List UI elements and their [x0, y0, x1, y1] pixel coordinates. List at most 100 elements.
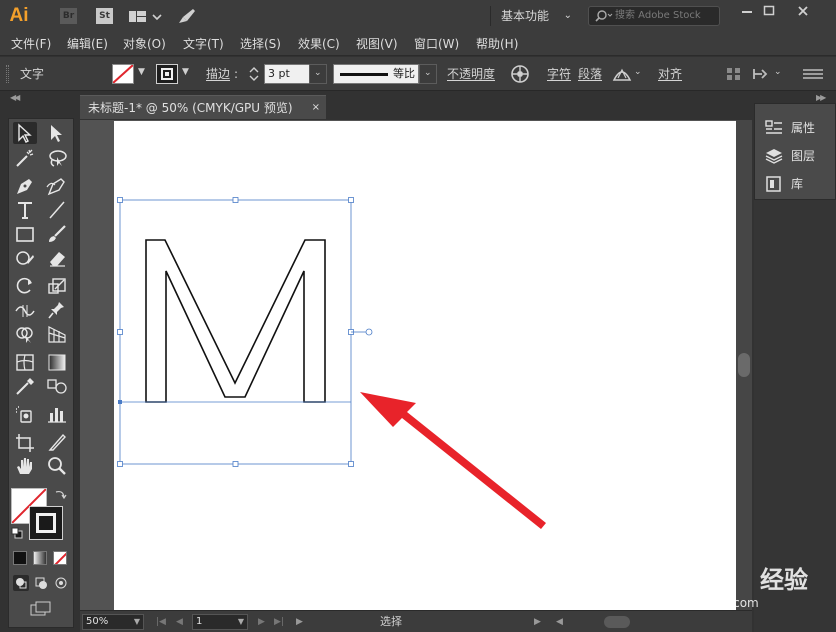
puppet-warp-icon[interactable]: [612, 66, 632, 82]
isolate-dropdown-chevron[interactable]: ⌄: [774, 67, 782, 77]
stock-search-input[interactable]: 搜索 Adobe Stock: [588, 6, 720, 26]
panel-expand-icon[interactable]: ▶▶: [816, 93, 826, 103]
outlined-letter-m[interactable]: [145, 239, 326, 403]
fill-swatch[interactable]: [112, 64, 134, 84]
stroke-swatch[interactable]: [156, 64, 178, 84]
slice-tool[interactable]: [45, 431, 69, 453]
handle-bottom-left[interactable]: [117, 461, 123, 467]
magic-wand-tool[interactable]: [13, 147, 37, 169]
arrange-documents-icon[interactable]: [128, 9, 164, 24]
warp-dropdown-chevron[interactable]: ⌄: [634, 67, 642, 77]
curvature-tool[interactable]: [45, 175, 69, 197]
symbol-sprayer-tool[interactable]: [13, 403, 37, 425]
libraries-panel-button[interactable]: 库: [755, 170, 835, 198]
stroke-weight-dropdown[interactable]: ⌄: [309, 64, 327, 84]
handle-middle-left[interactable]: [117, 329, 123, 335]
horizontal-scroll-thumb[interactable]: [604, 616, 630, 628]
stroke-color-box[interactable]: [29, 506, 63, 540]
transform-grid-icon[interactable]: [726, 67, 742, 81]
menu-select[interactable]: 选择(S): [240, 32, 281, 56]
perspective-grid-tool[interactable]: [45, 323, 69, 345]
toolbox-collapse-icon[interactable]: ◀◀: [10, 93, 20, 103]
stroke-weight-input[interactable]: 3 pt: [264, 64, 310, 84]
menu-effect[interactable]: 效果(C): [298, 32, 340, 56]
character-panel-link[interactable]: 字符: [547, 57, 571, 91]
line-segment-tool[interactable]: [45, 199, 69, 221]
draw-inside-icon[interactable]: [53, 575, 69, 591]
handle-top-left[interactable]: [117, 197, 123, 203]
mesh-tool[interactable]: [13, 351, 37, 373]
draw-normal-button[interactable]: [13, 575, 29, 591]
isolate-object-icon[interactable]: [752, 67, 770, 81]
eraser-tool[interactable]: [45, 247, 69, 269]
none-mode-button[interactable]: [53, 551, 67, 565]
eyedropper-tool[interactable]: [13, 375, 37, 397]
selection-handles[interactable]: [117, 197, 354, 467]
first-artboard-icon[interactable]: |◀: [156, 614, 166, 630]
status-menu-icon[interactable]: ▶: [534, 614, 541, 630]
maximize-button[interactable]: [752, 0, 786, 24]
zoom-tool[interactable]: [45, 455, 69, 477]
paragraph-panel-link[interactable]: 段落: [578, 57, 602, 91]
selection-tool[interactable]: [13, 122, 37, 144]
opacity-label[interactable]: 不透明度: [447, 57, 495, 91]
panel-menu-icon[interactable]: [802, 67, 824, 81]
gpu-performance-rocket-icon[interactable]: [177, 7, 197, 25]
puppet-warp-tool[interactable]: [45, 299, 69, 321]
artboard-tool[interactable]: [13, 431, 37, 453]
align-panel-link[interactable]: 对齐: [658, 57, 682, 91]
width-tool[interactable]: [13, 299, 37, 321]
menu-file[interactable]: 文件(F): [11, 32, 51, 56]
stroke-dropdown-chevron[interactable]: ▼: [182, 67, 189, 77]
draw-behind-icon[interactable]: [33, 575, 49, 591]
artboard-number-input[interactable]: 1 ▼: [192, 614, 248, 630]
default-fill-stroke-icon[interactable]: [11, 527, 23, 539]
color-mode-button[interactable]: [13, 551, 27, 565]
properties-panel-button[interactable]: 属性: [755, 114, 835, 142]
vertical-scrollbar[interactable]: [736, 120, 752, 610]
close-document-icon[interactable]: ×: [312, 96, 320, 120]
recolor-artwork-icon[interactable]: [510, 65, 530, 83]
menu-type[interactable]: 文字(T): [183, 32, 224, 56]
zoom-level-input[interactable]: 50% ▼: [82, 614, 144, 630]
bridge-button[interactable]: Br: [60, 8, 77, 24]
hand-tool[interactable]: [13, 455, 37, 477]
profile-dropdown[interactable]: ⌄: [419, 64, 437, 84]
next-artboard-icon[interactable]: ▶: [258, 614, 265, 630]
previous-artboard-icon[interactable]: ◀: [176, 614, 183, 630]
menu-help[interactable]: 帮助(H): [476, 32, 518, 56]
stock-button[interactable]: St: [96, 8, 113, 24]
control-bar-grip[interactable]: [6, 65, 9, 83]
close-window-button[interactable]: [786, 0, 820, 24]
menu-view[interactable]: 视图(V): [356, 32, 398, 56]
menu-edit[interactable]: 编辑(E): [67, 32, 108, 56]
shaper-tool[interactable]: [13, 247, 37, 269]
handle-bottom-right[interactable]: [348, 461, 354, 467]
workspace-switcher[interactable]: 基本功能 ⌄: [490, 6, 576, 26]
change-screen-mode-icon[interactable]: [29, 601, 53, 617]
handle-bottom-center[interactable]: [232, 461, 239, 467]
paintbrush-tool[interactable]: [45, 223, 69, 245]
stroke-label[interactable]: 描边: [206, 57, 230, 91]
text-out-port[interactable]: [365, 328, 373, 336]
swap-fill-stroke-icon[interactable]: [53, 488, 67, 502]
direct-selection-tool[interactable]: [45, 122, 69, 144]
blend-tool[interactable]: [45, 375, 69, 397]
gradient-mode-button[interactable]: [33, 551, 47, 565]
variable-width-profile[interactable]: 等比: [333, 64, 419, 84]
scale-tool[interactable]: [45, 275, 69, 297]
last-artboard-icon[interactable]: ▶|: [274, 614, 284, 630]
rectangle-tool[interactable]: [13, 223, 37, 245]
artboard-menu-icon[interactable]: ▶: [296, 614, 303, 630]
scroll-left-icon[interactable]: ◀: [556, 614, 563, 630]
vertical-scroll-thumb[interactable]: [738, 353, 750, 377]
rotate-tool[interactable]: [13, 275, 37, 297]
handle-top-center[interactable]: [232, 197, 239, 203]
document-tab[interactable]: 未标题-1* @ 50% (CMYK/GPU 预览) ×: [80, 95, 326, 119]
menu-window[interactable]: 窗口(W): [414, 32, 459, 56]
handle-top-right[interactable]: [348, 197, 354, 203]
lasso-tool[interactable]: [45, 147, 69, 169]
pen-tool[interactable]: [13, 175, 37, 197]
gradient-tool[interactable]: [45, 351, 69, 373]
layers-panel-button[interactable]: 图层: [755, 142, 835, 170]
